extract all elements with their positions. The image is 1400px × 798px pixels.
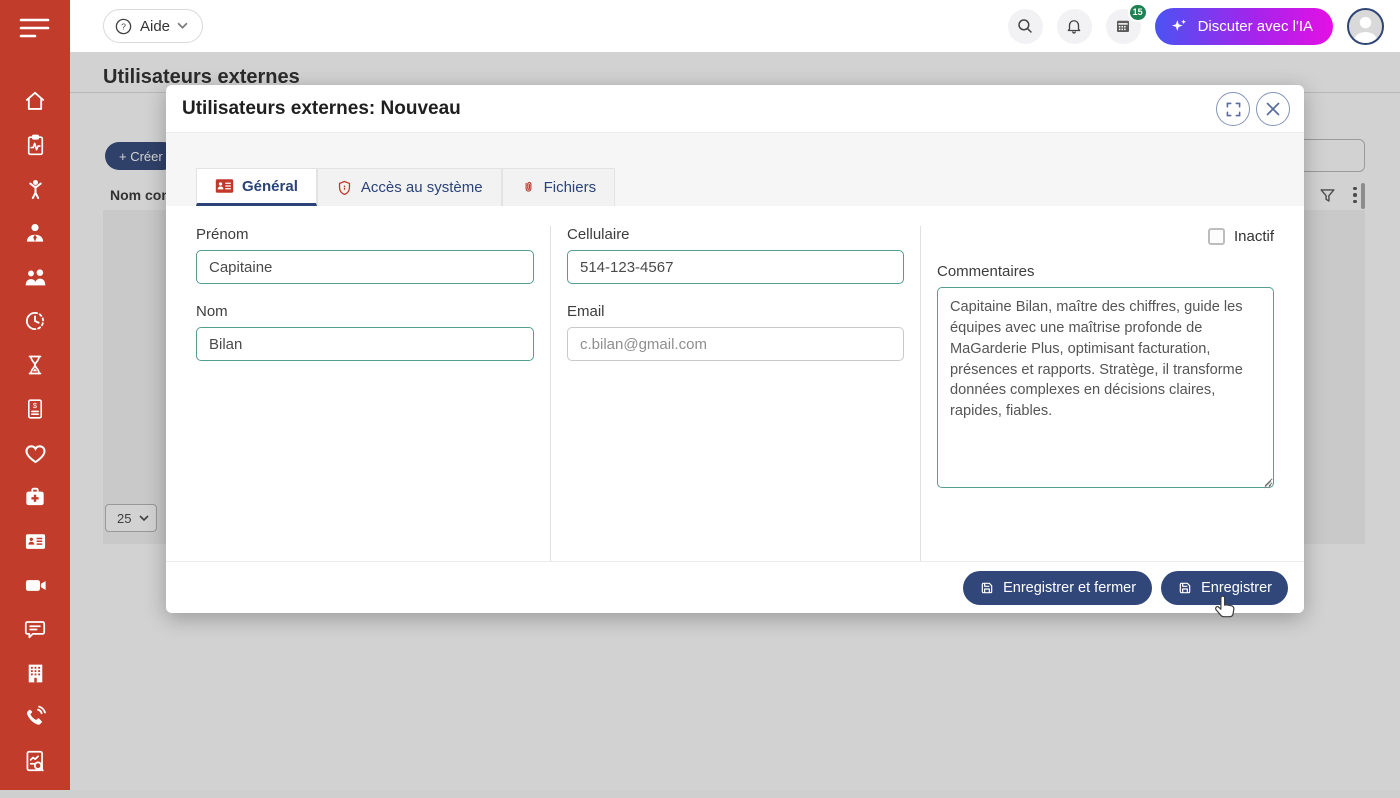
calendar-badge: 15 xyxy=(1128,3,1148,22)
prenom-label: Prénom xyxy=(196,226,534,243)
help-label: Aide xyxy=(140,18,170,35)
topbar: ? Aide xyxy=(70,0,1400,52)
horizontal-scrollbar-track xyxy=(0,790,1400,798)
notifications-button[interactable] xyxy=(1057,9,1092,44)
save-icon xyxy=(1177,580,1193,596)
chat-icon xyxy=(22,616,48,642)
tabs: Général Accès au système Fichiers xyxy=(196,168,615,206)
sidebar-item-hours[interactable] xyxy=(0,303,70,339)
tab-fichiers-label: Fichiers xyxy=(544,179,597,196)
close-icon xyxy=(1266,102,1280,116)
modal-header: Utilisateurs externes: Nouveau xyxy=(166,85,1304,133)
prenom-field[interactable] xyxy=(196,250,534,284)
email-label: Email xyxy=(567,303,904,320)
modal-form: Prénom Nom Cellulaire Email Inactif Comm… xyxy=(166,206,1304,561)
person-silhouette-icon xyxy=(1349,13,1382,43)
save-button[interactable]: Enregistrer xyxy=(1161,571,1288,605)
hourglass-icon xyxy=(23,353,47,377)
first-aid-kit-icon xyxy=(22,484,48,510)
modal-footer: Enregistrer et fermer Enregistrer xyxy=(166,561,1304,613)
heart-icon xyxy=(22,440,49,467)
svg-text:$: $ xyxy=(33,401,38,410)
chat-ai-label: Discuter avec l'IA xyxy=(1198,18,1313,35)
tab-general-label: Général xyxy=(242,178,298,195)
sparkle-icon xyxy=(1169,16,1189,36)
save-icon xyxy=(979,580,995,596)
commentaires-field[interactable]: Capitaine Bilan, maître des chiffres, gu… xyxy=(937,287,1274,488)
save-and-close-label: Enregistrer et fermer xyxy=(1003,580,1136,596)
modal-utilisateurs-externes-nouveau: Utilisateurs externes: Nouveau xyxy=(166,85,1304,613)
commentaires-label: Commentaires xyxy=(937,263,1274,280)
sidebar-item-contacts[interactable] xyxy=(0,523,70,559)
id-card-icon xyxy=(215,178,234,194)
home-icon xyxy=(22,88,48,114)
nom-field[interactable] xyxy=(196,327,534,361)
save-label: Enregistrer xyxy=(1201,580,1272,596)
educator-icon xyxy=(22,220,48,246)
help-button[interactable]: ? Aide xyxy=(103,9,203,43)
tab-fichiers[interactable]: Fichiers xyxy=(502,168,616,206)
activity-clipboard-icon xyxy=(23,133,48,158)
cellulaire-field[interactable] xyxy=(567,250,904,284)
hamburger-icon xyxy=(19,17,51,39)
question-circle-icon: ? xyxy=(114,17,133,36)
sidebar-item-facility[interactable] xyxy=(0,655,70,691)
close-button[interactable] xyxy=(1256,92,1290,126)
sidebar: $ xyxy=(0,0,70,790)
save-and-close-button[interactable]: Enregistrer et fermer xyxy=(963,571,1152,605)
modal-title: Utilisateurs externes: Nouveau xyxy=(182,98,461,120)
sidebar-item-reports[interactable] xyxy=(0,743,70,779)
sidebar-item-health[interactable] xyxy=(0,435,70,471)
app-screen: Utilisateurs externes + Créer Nom con 25 xyxy=(0,0,1400,798)
nom-label: Nom xyxy=(196,303,534,320)
report-search-icon xyxy=(22,748,48,774)
calendar-button[interactable]: 15 xyxy=(1106,9,1141,44)
sidebar-item-messages[interactable] xyxy=(0,611,70,647)
paperclip-icon xyxy=(521,178,536,197)
menu-toggle-button[interactable] xyxy=(0,10,70,46)
search-icon xyxy=(1016,17,1034,35)
inactif-checkbox[interactable] xyxy=(1208,228,1225,245)
expand-button[interactable] xyxy=(1216,92,1250,126)
sidebar-item-billing[interactable]: $ xyxy=(0,391,70,427)
inactif-label: Inactif xyxy=(1234,228,1274,245)
sidebar-item-activity[interactable] xyxy=(0,127,70,163)
sidebar-item-children[interactable] xyxy=(0,171,70,207)
sidebar-item-cameras[interactable] xyxy=(0,567,70,603)
shield-icon xyxy=(336,179,353,197)
invoice-icon: $ xyxy=(23,397,47,421)
svg-text:?: ? xyxy=(121,21,126,31)
cellulaire-label: Cellulaire xyxy=(567,226,904,243)
clock-icon xyxy=(22,308,48,334)
phone-icon xyxy=(22,704,48,730)
calendar-icon xyxy=(1114,17,1132,35)
people-icon xyxy=(22,264,49,291)
search-button[interactable] xyxy=(1008,9,1043,44)
building-icon xyxy=(23,661,48,686)
sidebar-item-people[interactable] xyxy=(0,259,70,295)
child-icon xyxy=(23,177,48,202)
tab-general[interactable]: Général xyxy=(196,168,317,206)
chevron-down-icon xyxy=(177,22,188,30)
sidebar-item-home[interactable] xyxy=(0,83,70,119)
tab-acces-label: Accès au système xyxy=(361,179,483,196)
sidebar-item-educators[interactable] xyxy=(0,215,70,251)
video-camera-icon xyxy=(22,572,49,599)
sidebar-item-medical[interactable] xyxy=(0,479,70,515)
bell-icon xyxy=(1065,17,1083,35)
id-card-icon xyxy=(22,528,49,555)
chat-ai-button[interactable]: Discuter avec l'IA xyxy=(1155,8,1333,45)
tab-acces-au-systeme[interactable]: Accès au système xyxy=(317,168,502,206)
fullscreen-icon xyxy=(1226,102,1241,117)
sidebar-item-calls[interactable] xyxy=(0,699,70,735)
avatar[interactable] xyxy=(1347,8,1384,45)
sidebar-item-waitlist[interactable] xyxy=(0,347,70,383)
email-field[interactable] xyxy=(567,327,904,361)
tab-bar-region: Général Accès au système Fichiers xyxy=(166,133,1304,206)
